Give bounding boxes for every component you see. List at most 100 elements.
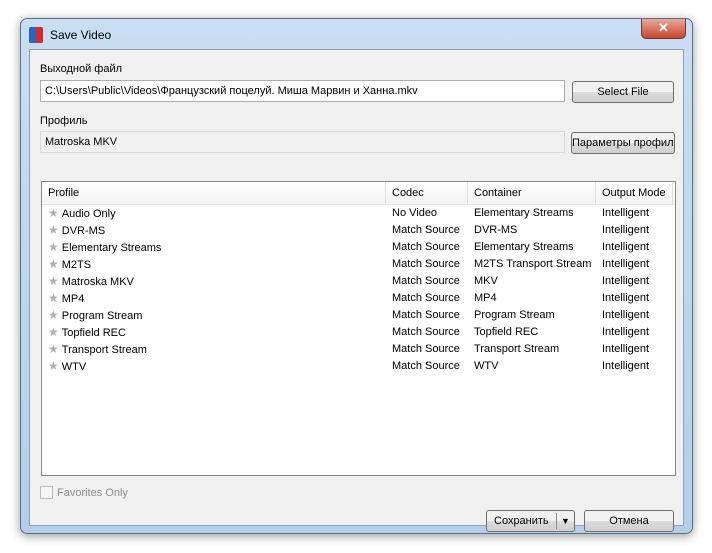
window-title: Save Video — [50, 28, 112, 42]
table-row[interactable]: ★ Program Stream Match Source Program Strea… — [42, 307, 675, 324]
cell-container: Program Stream — [468, 307, 596, 324]
table-row[interactable]: ★ WTV Match Source WTV Intelligent — [42, 358, 675, 375]
cell-text: Transport Stream — [61, 344, 147, 356]
cell-codec: Match Source — [386, 256, 468, 273]
cell-profile: ★ Audio Only — [42, 205, 386, 222]
cell-text: Program Stream — [61, 310, 143, 322]
cell-text: Match Source — [392, 275, 460, 287]
cell-text: Intelligent — [602, 275, 650, 287]
cell-profile: ★ MP4 — [42, 290, 386, 307]
table-row[interactable]: ★ MP4 Match Source MP4 Intelligent — [42, 290, 675, 307]
table-row[interactable]: ★ DVR-MS Match Source DVR-MS Intelligent — [42, 222, 675, 239]
cell-codec: No Video — [386, 205, 468, 222]
cell-text: Topfield REC — [474, 326, 539, 338]
profile-label: Профиль — [40, 115, 88, 127]
cell-container: Transport Stream — [468, 341, 596, 358]
cell-container: Elementary Streams — [468, 205, 596, 222]
cell-output-mode: Intelligent — [596, 256, 673, 273]
cell-codec: Match Source — [386, 341, 468, 358]
table-row[interactable]: ★ Audio Only No Video Elementary Streams Int… — [42, 205, 675, 222]
cell-container: M2TS Transport Stream — [468, 256, 596, 273]
output-file-input[interactable]: C:\Users\Public\Videos\Французский поцел… — [40, 80, 565, 102]
cell-container: Elementary Streams — [468, 239, 596, 256]
cell-text: M2TS Transport Stream — [474, 258, 592, 270]
cell-profile: ★ M2TS — [42, 256, 386, 273]
favorite-star-icon[interactable]: ★ — [48, 257, 59, 271]
header-codec[interactable]: Codec — [386, 182, 468, 204]
profile-params-button[interactable]: Параметры профиля — [571, 132, 675, 154]
cancel-button[interactable]: Отмена — [584, 510, 674, 532]
cell-text: Intelligent — [602, 292, 650, 304]
table-row[interactable]: ★ Matroska MKV Match Source MKV Intelligent — [42, 273, 675, 290]
cell-profile: ★ Topfield REC — [42, 324, 386, 341]
cell-text: Match Source — [392, 343, 460, 355]
dialog-body: Выходной файл C:\Users\Public\Videos\Фра… — [29, 49, 684, 532]
cell-text: MKV — [474, 275, 498, 287]
cell-text: Intelligent — [602, 309, 650, 321]
cell-codec: Match Source — [386, 358, 468, 375]
cell-profile: ★ DVR-MS — [42, 222, 386, 239]
cell-text: Match Source — [392, 224, 460, 236]
cell-text: Topfield REC — [61, 327, 126, 339]
favorite-star-icon[interactable]: ★ — [48, 206, 59, 220]
cell-profile: ★ Matroska MKV — [42, 273, 386, 290]
favorite-star-icon[interactable]: ★ — [48, 359, 59, 373]
favorites-only-label: Favorites Only — [57, 486, 128, 499]
table-row[interactable]: ★ Transport Stream Match Source Transport S… — [42, 341, 675, 358]
cell-text: Audio Only — [61, 208, 116, 220]
favorite-star-icon[interactable]: ★ — [48, 240, 59, 254]
cell-profile: ★ Program Stream — [42, 307, 386, 324]
favorite-star-icon[interactable]: ★ — [48, 291, 59, 305]
cell-output-mode: Intelligent — [596, 222, 673, 239]
cell-text: Elementary Streams — [474, 207, 574, 219]
cell-text: Elementary Streams — [474, 241, 574, 253]
cell-codec: Match Source — [386, 290, 468, 307]
close-button[interactable]: ✕ — [641, 19, 686, 39]
checkbox-box[interactable] — [40, 486, 53, 499]
profile-field: Matroska MKV — [40, 131, 565, 153]
cell-text: MP4 — [474, 292, 497, 304]
cell-text: DVR-MS — [474, 224, 518, 236]
select-file-button[interactable]: Select File — [572, 81, 674, 103]
cell-codec: Match Source — [386, 307, 468, 324]
cell-output-mode: Intelligent — [596, 290, 673, 307]
header-output-mode[interactable]: Output Mode — [596, 182, 673, 204]
cell-text: No Video — [392, 207, 438, 219]
favorite-star-icon[interactable]: ★ — [48, 274, 59, 288]
cell-container: WTV — [468, 358, 596, 375]
cell-text: Match Source — [392, 258, 460, 270]
cell-text: Match Source — [392, 309, 460, 321]
favorites-only-checkbox[interactable]: Favorites Only — [40, 486, 128, 499]
favorite-star-icon[interactable]: ★ — [48, 325, 59, 339]
cell-container: Topfield REC — [468, 324, 596, 341]
table-row[interactable]: ★ Elementary Streams Match Source Elementar… — [42, 239, 675, 256]
cell-text: Match Source — [392, 241, 460, 253]
cell-output-mode: Intelligent — [596, 358, 673, 375]
cell-text: WTV — [474, 360, 499, 372]
save-video-window: Save Video ✕ Выходной файл C:\Users\Publ… — [20, 18, 693, 534]
table-row[interactable]: ★ Topfield REC Match Source Topfield REC Int… — [42, 324, 675, 341]
table-row[interactable]: ★ M2TS Match Source M2TS Transport Stream In… — [42, 256, 675, 273]
app-icon — [29, 27, 43, 43]
cell-text: Transport Stream — [474, 343, 560, 355]
list-header: Profile Codec Container Output Mode — [42, 182, 675, 205]
save-button[interactable]: Сохранить ▼ — [486, 510, 575, 532]
favorite-star-icon[interactable]: ★ — [48, 342, 59, 356]
cell-text: WTV — [61, 361, 87, 373]
cell-container: DVR-MS — [468, 222, 596, 239]
header-container[interactable]: Container — [468, 182, 596, 204]
cell-text: M2TS — [61, 259, 92, 271]
cell-text: Elementary Streams — [61, 242, 162, 254]
cell-text: Intelligent — [602, 224, 650, 236]
cell-text: Matroska MKV — [61, 276, 134, 288]
cell-output-mode: Intelligent — [596, 205, 673, 222]
favorite-star-icon[interactable]: ★ — [48, 223, 59, 237]
save-dropdown-arrow-icon[interactable]: ▼ — [556, 513, 574, 529]
header-profile[interactable]: Profile — [42, 182, 386, 204]
cell-text: Match Source — [392, 326, 460, 338]
favorite-star-icon[interactable]: ★ — [48, 308, 59, 322]
profile-list[interactable]: Profile Codec Container Output Mode ★ Aud… — [41, 181, 676, 476]
cell-text: Intelligent — [602, 258, 650, 270]
cell-text: Match Source — [392, 360, 460, 372]
cell-output-mode: Intelligent — [596, 239, 673, 256]
